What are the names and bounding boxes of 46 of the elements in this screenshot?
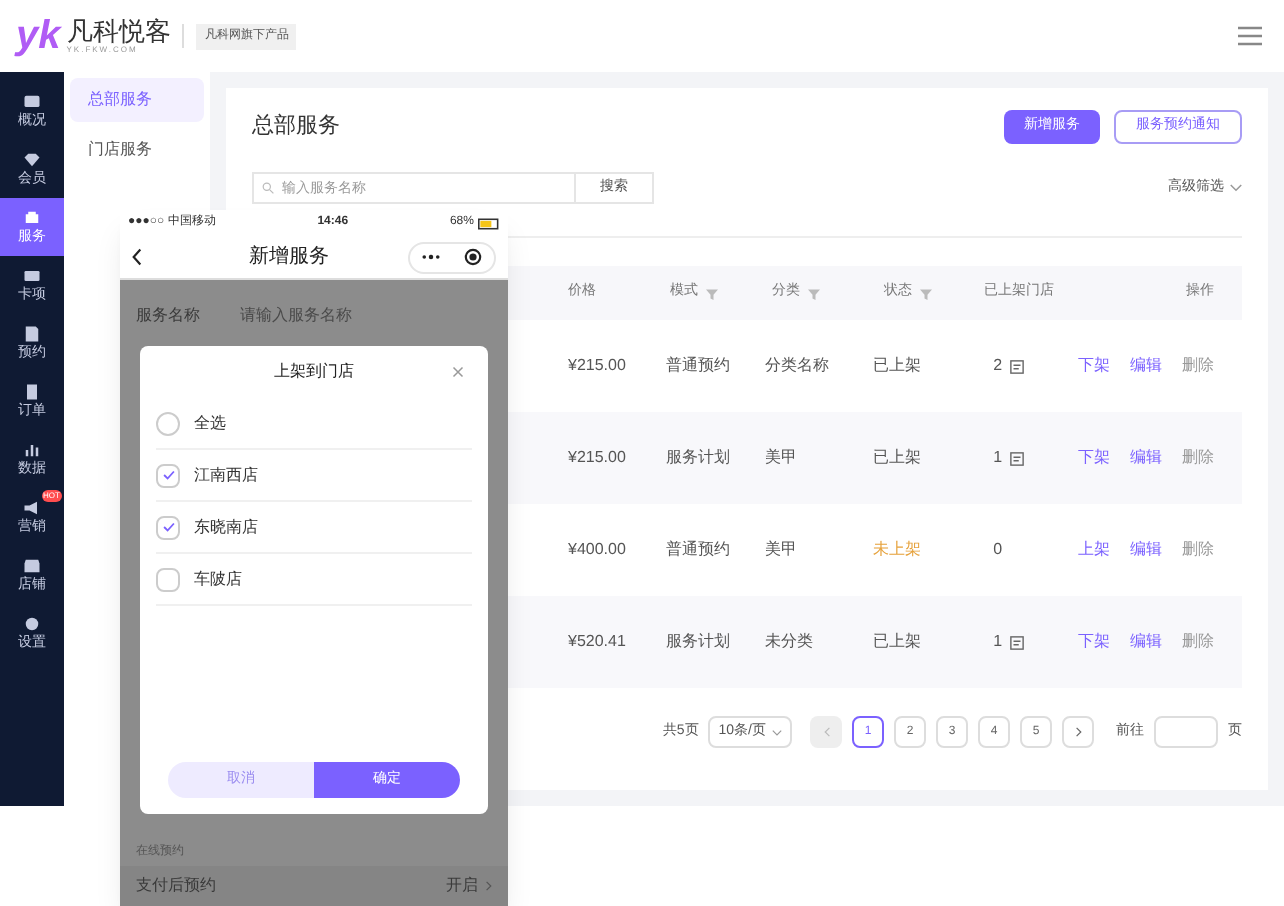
- row-action-link[interactable]: 删除: [1181, 538, 1214, 562]
- phone-title: 新增服务: [247, 243, 329, 272]
- row-action-link[interactable]: 下架: [1077, 354, 1110, 378]
- option-label: 江南西店: [194, 463, 258, 487]
- setting-row[interactable]: 支付后预约 开启: [120, 866, 508, 906]
- row-action-link[interactable]: 删除: [1181, 446, 1214, 470]
- brand-name: 凡科悦客: [66, 18, 171, 44]
- dialog-title: 上架到门店: [274, 360, 354, 384]
- table-cell-text: ¥520.41: [568, 630, 628, 654]
- table-cell-text: 分类名称: [764, 354, 831, 378]
- status-text: 已上架: [872, 630, 923, 654]
- table-cell: 0: [993, 538, 1003, 562]
- status-text: 已上架: [872, 446, 923, 470]
- row-action-link[interactable]: 下架: [1077, 446, 1110, 470]
- row-action-link[interactable]: 上架: [1077, 538, 1110, 562]
- table-cell: 1: [993, 630, 1003, 654]
- logo-mark: yk: [16, 16, 61, 56]
- option-label: 车陂店: [194, 567, 242, 591]
- table-cell-text: 普通预约: [666, 538, 733, 562]
- table-cell-text: 服务计划: [666, 446, 733, 470]
- status-text: 未上架: [872, 538, 923, 562]
- table-cell-text: 美甲: [764, 446, 799, 470]
- form-label: 服务名称: [136, 304, 200, 328]
- table-cell-text: 未分类: [764, 630, 815, 654]
- status-text: 已上架: [872, 354, 923, 378]
- table-cell-text: ¥400.00: [568, 538, 628, 562]
- option-label: 全选: [194, 411, 226, 435]
- row-action-link[interactable]: 下架: [1077, 630, 1110, 654]
- row-action-link[interactable]: 编辑: [1129, 630, 1162, 654]
- name-input-field[interactable]: 请输入服务名称: [240, 304, 352, 328]
- option-label: 东晓南店: [194, 515, 258, 539]
- row-action-link[interactable]: 编辑: [1129, 538, 1162, 562]
- row-action-link[interactable]: 编辑: [1129, 446, 1162, 470]
- row-action-link[interactable]: 删除: [1181, 630, 1214, 654]
- table-cell: 1: [993, 446, 1003, 470]
- page-title: 总部服务: [252, 111, 340, 142]
- row-action-link[interactable]: 删除: [1181, 354, 1214, 378]
- table-cell-text: 普通预约: [666, 354, 733, 378]
- table-cell-text: 服务计划: [666, 630, 733, 654]
- subnav-item[interactable]: 总部服务: [70, 78, 204, 122]
- table-cell-text: ¥215.00: [568, 446, 628, 470]
- row-action-link[interactable]: 编辑: [1129, 354, 1162, 378]
- table-cell-text: 美甲: [764, 538, 799, 562]
- table-cell: 2: [993, 354, 1003, 378]
- subnav-item[interactable]: 门店服务: [70, 128, 204, 172]
- table-cell-text: ¥215.00: [568, 354, 628, 378]
